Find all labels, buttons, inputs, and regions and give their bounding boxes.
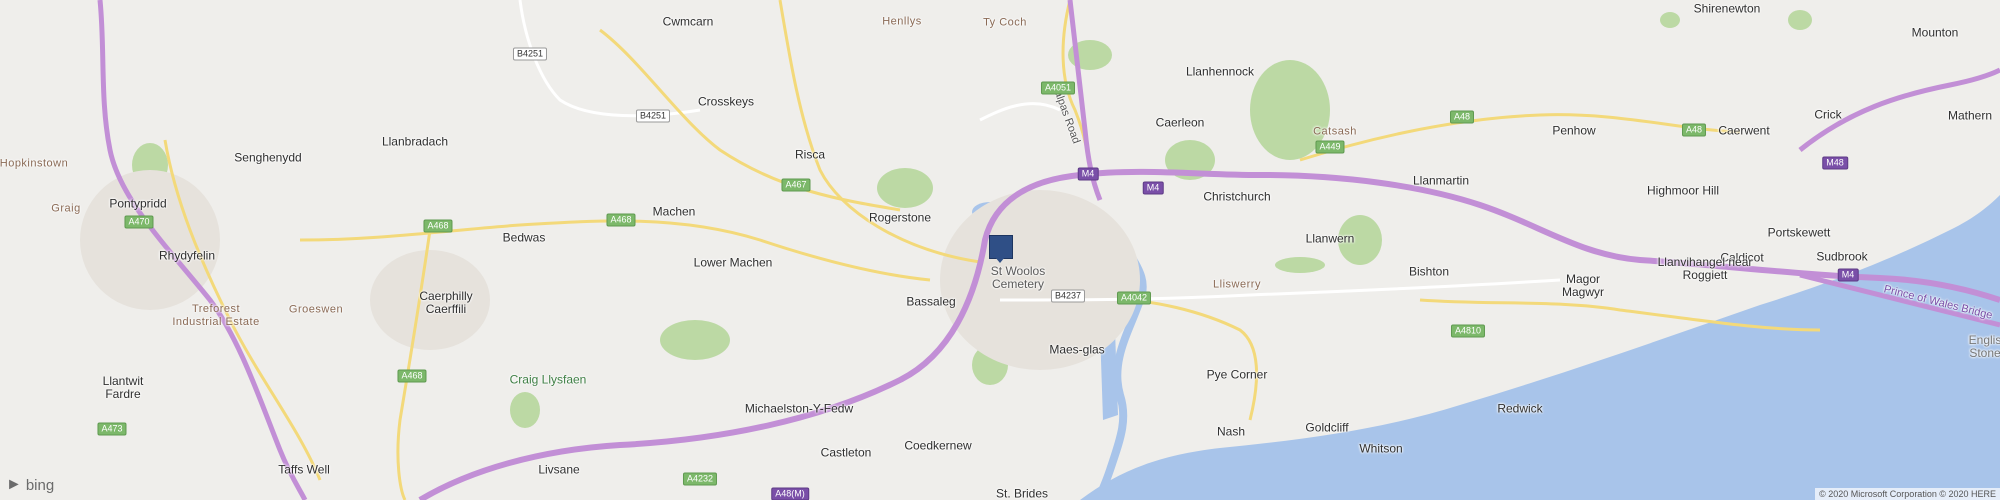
place-label[interactable]: Lower Machen bbox=[694, 256, 773, 270]
place-label[interactable]: Christchurch bbox=[1203, 190, 1270, 204]
place-label[interactable]: Highmoor Hill bbox=[1647, 184, 1719, 198]
road-shield: A4232 bbox=[682, 472, 718, 486]
place-label[interactable]: Magor Magwyr bbox=[1553, 273, 1613, 299]
place-label[interactable]: Sudbrook bbox=[1816, 250, 1867, 264]
place-label[interactable]: Henllys bbox=[882, 16, 922, 29]
road-shield: B4237 bbox=[1050, 289, 1086, 303]
place-label[interactable]: Redwick bbox=[1497, 402, 1542, 416]
place-label[interactable]: Taffs Well bbox=[278, 463, 330, 477]
road-shield: M4 bbox=[1837, 268, 1859, 282]
place-label[interactable]: Caerwent bbox=[1718, 124, 1769, 138]
place-label[interactable]: Treforest Industrial Estate bbox=[166, 303, 266, 329]
road-shield: A48(M) bbox=[771, 487, 809, 500]
road-shield: B4251 bbox=[635, 109, 671, 123]
park-area bbox=[510, 392, 540, 428]
bing-logo[interactable]: ► bing bbox=[6, 476, 54, 494]
road-shield: M48 bbox=[1822, 156, 1848, 170]
place-label[interactable]: Rogerstone bbox=[869, 211, 931, 225]
map-canvas[interactable]: Cwmcarn Henllys Ty Coch Shirenewton Moun… bbox=[0, 0, 2000, 500]
place-label[interactable]: Llanbradach bbox=[382, 135, 448, 149]
place-label[interactable]: Cwmcarn bbox=[663, 15, 714, 29]
place-label[interactable]: Llanwern bbox=[1306, 232, 1355, 246]
place-label[interactable]: Llanvihangel near Roggiett bbox=[1650, 256, 1760, 282]
place-label[interactable]: Bishton bbox=[1409, 265, 1449, 279]
road-shield: A4051 bbox=[1040, 81, 1076, 95]
place-label[interactable]: Maes-glas bbox=[1049, 343, 1104, 357]
place-label[interactable]: Caerphilly Caerffili bbox=[411, 290, 481, 316]
place-label[interactable]: Pye Corner bbox=[1207, 368, 1268, 382]
road-shield: A4042 bbox=[1116, 291, 1152, 305]
place-label[interactable]: Crick bbox=[1814, 108, 1841, 122]
place-label[interactable]: Risca bbox=[795, 148, 825, 162]
location-marker-pointer bbox=[995, 257, 1005, 263]
place-label[interactable]: Portskewett bbox=[1768, 226, 1831, 240]
place-label[interactable]: Catsash bbox=[1313, 126, 1357, 139]
place-label[interactable]: Englis Stone bbox=[1965, 334, 2000, 360]
park-area bbox=[1660, 12, 1680, 28]
road-shield: A449 bbox=[1315, 140, 1345, 154]
place-label[interactable]: Goldcliff bbox=[1305, 421, 1348, 435]
place-label[interactable]: St Woolos Cemetery bbox=[983, 265, 1053, 291]
bing-wordmark: bing bbox=[25, 476, 55, 494]
place-label[interactable]: Ty Coch bbox=[983, 17, 1027, 30]
place-label[interactable]: Mounton bbox=[1912, 26, 1959, 40]
park-area bbox=[1275, 257, 1325, 273]
place-label[interactable]: Groeswen bbox=[289, 304, 343, 317]
bing-icon: ► bbox=[6, 476, 22, 493]
park-area bbox=[877, 168, 933, 208]
place-label[interactable]: Caerleon bbox=[1156, 116, 1205, 130]
place-label[interactable]: Livsane bbox=[538, 463, 579, 477]
place-label[interactable]: Llantwit Fardre bbox=[93, 375, 153, 401]
place-label[interactable]: Bassaleg bbox=[906, 295, 955, 309]
place-label[interactable]: Castleton bbox=[821, 446, 872, 460]
road-shield: A468 bbox=[397, 369, 427, 383]
place-label[interactable]: Lliswerry bbox=[1213, 279, 1261, 292]
road-shield: A4810 bbox=[1450, 324, 1486, 338]
road-shield: A468 bbox=[606, 213, 636, 227]
place-label[interactable]: Hopkinstown bbox=[0, 158, 68, 171]
place-label[interactable]: Shirenewton bbox=[1694, 2, 1761, 16]
road-shield: A467 bbox=[781, 178, 811, 192]
road-shield: A48 bbox=[1681, 123, 1707, 137]
place-label[interactable]: Rhydyfelin bbox=[159, 249, 215, 263]
park-area bbox=[660, 320, 730, 360]
place-label[interactable]: Craig Llysfaen bbox=[510, 373, 587, 387]
road-shield: A470 bbox=[124, 215, 154, 229]
place-label[interactable]: Senghenydd bbox=[234, 151, 301, 165]
place-label[interactable]: Mathern bbox=[1948, 109, 1992, 123]
road-shield: A468 bbox=[423, 219, 453, 233]
place-label[interactable]: Graig bbox=[51, 203, 80, 216]
copyright-notice: © 2020 Microsoft Corporation © 2020 HERE bbox=[1815, 488, 2000, 500]
place-label[interactable]: Llanhennock bbox=[1186, 65, 1254, 79]
place-label[interactable]: Coedkernew bbox=[904, 439, 971, 453]
park-area bbox=[1788, 10, 1812, 30]
place-label[interactable]: Bedwas bbox=[503, 231, 546, 245]
road-shield: A473 bbox=[97, 422, 127, 436]
place-label[interactable]: St. Brides bbox=[996, 487, 1048, 500]
place-label[interactable]: Penhow bbox=[1552, 124, 1595, 138]
road-shield: A48 bbox=[1449, 110, 1475, 124]
road-shield: M4 bbox=[1077, 167, 1099, 181]
road-shield: B4251 bbox=[512, 47, 548, 61]
road-shield: M4 bbox=[1142, 181, 1164, 195]
place-label[interactable]: Whitson bbox=[1359, 442, 1402, 456]
place-label[interactable]: Crosskeys bbox=[698, 95, 754, 109]
place-label[interactable]: Llanmartin bbox=[1413, 174, 1469, 188]
place-label[interactable]: Nash bbox=[1217, 425, 1245, 439]
place-label[interactable]: Michaelston-Y-Fedw bbox=[745, 402, 853, 416]
place-label[interactable]: Pontypridd bbox=[109, 197, 166, 211]
location-marker[interactable] bbox=[989, 235, 1013, 259]
place-label[interactable]: Machen bbox=[653, 205, 696, 219]
